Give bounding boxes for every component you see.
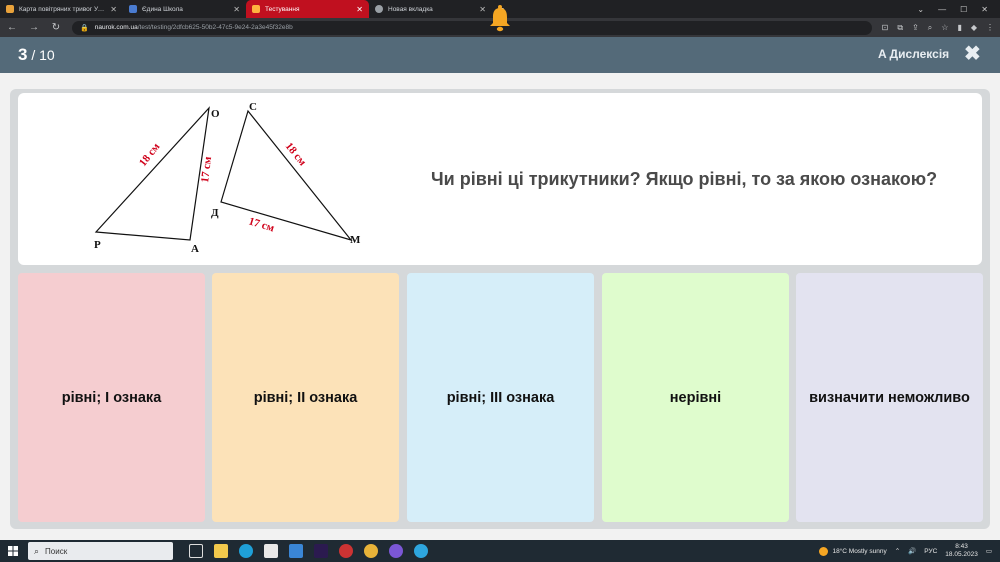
windows-logo-icon xyxy=(8,546,18,556)
search-icon: ⌕ xyxy=(34,545,40,556)
url-path: /test/testing/2dfcb625-50b2-47c5-9e24-2a… xyxy=(137,24,293,31)
tab-label: Новая вкладка xyxy=(388,5,433,13)
close-test-button[interactable]: ✖ xyxy=(964,42,981,66)
install-icon[interactable]: ⊡ xyxy=(882,23,889,32)
toolbar-icons: ⊡ ⧉ ⇪ ⌕ ☆ ▮ ◆ ⋮ xyxy=(882,23,994,33)
answer-label: визначити неможливо xyxy=(809,389,970,406)
clock-date: 18.05.2023 xyxy=(945,551,978,558)
task-view-icon[interactable] xyxy=(189,544,203,558)
taskbar-clock[interactable]: 8:43 18.05.2023 xyxy=(945,543,978,559)
alerts-map-favicon-icon xyxy=(6,5,14,13)
camera-app-icon[interactable] xyxy=(339,544,353,558)
browser-tab-school[interactable]: Єдина Школа ✕ xyxy=(123,0,246,18)
weather-widget[interactable]: 18°C Mostly sunny xyxy=(819,546,887,556)
measure-oa: 17 см xyxy=(199,155,214,183)
after-effects-icon[interactable] xyxy=(314,544,328,558)
url-host: naurok.com.ua xyxy=(94,24,138,31)
test-area: O P A C Д M 18 см 17 см 18 см 17 см Чи р… xyxy=(0,73,1000,540)
total-questions: 10 xyxy=(39,47,55,63)
menu-dots-icon[interactable]: ⋮ xyxy=(986,23,994,32)
start-button[interactable] xyxy=(0,540,26,562)
taskbar-apps xyxy=(189,544,428,558)
test-header: 3 / 10 xyxy=(0,37,1000,73)
answer-label: рівні; III ознака xyxy=(446,389,555,406)
answer-label: рівні; I ознака xyxy=(61,389,162,406)
weather-text: 18°C Mostly sunny xyxy=(832,547,887,555)
tab-label: Тестування xyxy=(265,5,300,13)
maximize-icon[interactable]: ☐ xyxy=(960,5,967,14)
back-icon[interactable]: ← xyxy=(6,22,18,33)
browser-tab-testing[interactable]: Тестування ✕ xyxy=(246,0,369,18)
bell-icon[interactable] xyxy=(488,4,512,32)
store-icon[interactable] xyxy=(264,544,278,558)
zoom-icon[interactable]: ⌕ xyxy=(928,23,932,33)
share-icon[interactable]: ⇪ xyxy=(912,23,919,32)
bookmark-star-icon[interactable]: ☆ xyxy=(941,23,948,32)
question-card: O P A C Д M 18 см 17 см 18 см 17 см Чи р… xyxy=(18,93,982,265)
minimize-icon[interactable]: — xyxy=(938,5,946,14)
answer-option-2[interactable]: рівні; II ознака xyxy=(212,273,399,522)
question-counter: 3 / 10 xyxy=(18,45,55,65)
forward-icon[interactable]: → xyxy=(28,22,40,33)
tab-close-icon[interactable]: ✕ xyxy=(479,5,486,14)
answer-label: нерівні xyxy=(669,389,722,406)
answer-label: рівні; II ознака xyxy=(253,389,358,406)
reload-icon[interactable]: ↻ xyxy=(50,22,62,33)
measure-po: 18 см xyxy=(137,140,163,168)
tab-close-icon[interactable]: ✕ xyxy=(233,5,240,14)
taskbar-search-input[interactable]: ⌕ Поиск xyxy=(28,542,173,560)
tray-chevron-icon[interactable]: ⌃ xyxy=(895,547,900,555)
window-controls: ⌄ — ☐ ✕ xyxy=(917,0,1000,18)
counter-separator: / xyxy=(27,47,40,63)
vertex-label-c: C xyxy=(249,101,257,113)
telegram-icon[interactable] xyxy=(414,544,428,558)
browser-tab-new[interactable]: Новая вкладка ✕ xyxy=(369,0,492,18)
vertex-label-d: Д xyxy=(211,207,219,219)
extension-icon[interactable]: ◆ xyxy=(971,23,977,32)
speaker-icon[interactable]: 🔊 xyxy=(908,547,916,555)
answer-option-4[interactable]: нерівні xyxy=(602,273,789,522)
file-explorer-icon[interactable] xyxy=(214,544,228,558)
answer-option-3[interactable]: рівні; III ознака xyxy=(407,273,594,522)
sun-icon xyxy=(819,546,829,556)
tab-search-icon[interactable]: ⌄ xyxy=(917,5,924,14)
system-tray: 18°C Mostly sunny ⌃ 🔊 РУС 8:43 18.05.202… xyxy=(819,543,1000,559)
windows-taskbar: ⌕ Поиск 18°C Mostly sunny ⌃ 🔊 РУС 8:43 1… xyxy=(0,540,1000,562)
url-field[interactable]: 🔒 naurok.com.ua /test/testing/2dfcb625-5… xyxy=(72,20,872,35)
clock-time: 8:43 xyxy=(955,543,968,550)
language-indicator[interactable]: РУС xyxy=(924,548,937,555)
naurok-favicon-icon xyxy=(252,5,260,13)
window-close-icon[interactable]: ✕ xyxy=(981,5,988,14)
notifications-icon[interactable]: ▭ xyxy=(986,547,992,555)
tab-label: Єдина Школа xyxy=(142,5,183,13)
measure-dm: 17 см xyxy=(247,215,276,234)
edge-icon[interactable] xyxy=(239,544,253,558)
chrome-favicon-icon xyxy=(375,5,383,13)
answer-option-5[interactable]: визначити неможливо xyxy=(796,273,983,522)
viber-icon[interactable] xyxy=(389,544,403,558)
question-stage: O P A C Д M 18 см 17 см 18 см 17 см Чи р… xyxy=(10,89,990,529)
mail-icon[interactable] xyxy=(289,544,303,558)
triangles-figure: O P A C Д M 18 см 17 см 18 см 17 см xyxy=(94,101,361,255)
question-text: Чи рівні ці трикутники? Якщо рівні, то з… xyxy=(431,169,938,189)
search-placeholder: Поиск xyxy=(45,546,68,556)
lock-icon: 🔒 xyxy=(80,24,89,32)
vertex-label-a: A xyxy=(191,243,199,255)
answer-option-1[interactable]: рівні; I ознака xyxy=(18,273,205,522)
tab-label: Карта повітряних тривог України xyxy=(19,5,106,13)
translate-icon[interactable]: ⧉ xyxy=(897,23,903,33)
browser-tab-alerts-map[interactable]: Карта повітряних тривог України ✕ xyxy=(0,0,123,18)
vertex-label-o: O xyxy=(211,108,220,120)
tab-close-icon[interactable]: ✕ xyxy=(110,5,117,14)
measure-cm: 18 см xyxy=(283,140,309,168)
school-favicon-icon xyxy=(129,5,137,13)
dyslexia-mode-button[interactable]: A Дислексія xyxy=(878,47,949,61)
chrome-icon[interactable] xyxy=(364,544,378,558)
tab-close-icon[interactable]: ✕ xyxy=(356,5,363,14)
vertex-label-p: P xyxy=(94,239,101,251)
vertex-label-m: M xyxy=(350,234,361,246)
sidebar-icon[interactable]: ▮ xyxy=(957,23,961,32)
